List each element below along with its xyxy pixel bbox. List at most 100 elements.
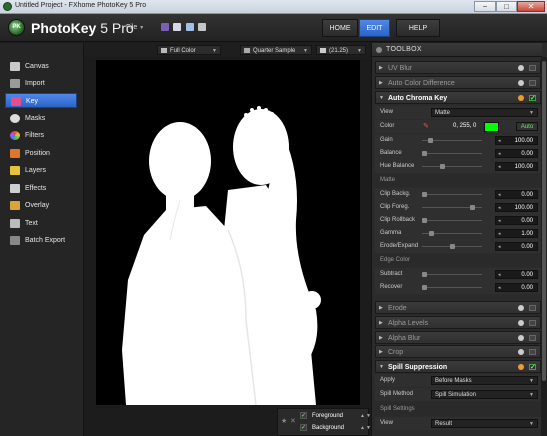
print-icon[interactable] [198, 23, 206, 31]
zoom-select[interactable]: (21.25) ▼ [316, 45, 366, 55]
close-button[interactable]: ✕ [517, 1, 545, 12]
gamma-field[interactable]: ◂ 1.00 [495, 229, 538, 238]
sidebar-item-import[interactable]: Import [5, 76, 77, 91]
slider-knob[interactable] [422, 272, 427, 277]
slider-knob[interactable] [429, 231, 434, 236]
recover-slider[interactable] [422, 285, 482, 290]
stepper-icon[interactable]: ◂ [498, 243, 501, 252]
settings-icon[interactable] [518, 95, 524, 101]
scrollbar-thumb[interactable] [542, 61, 546, 381]
star-icon[interactable]: ★ [281, 418, 289, 426]
hue-balance-field[interactable]: ◂ 100.00 [495, 162, 538, 171]
image-canvas[interactable] [96, 60, 360, 405]
move-up-icon[interactable]: ▲ [360, 410, 365, 422]
enable-checkbox[interactable] [529, 335, 536, 341]
balance-field[interactable]: ◂ 0.00 [495, 149, 538, 158]
effect-alpha-blur[interactable]: ▶ Alpha Blur [375, 331, 541, 344]
settings-icon[interactable] [518, 305, 524, 311]
color-swatch[interactable] [484, 122, 499, 132]
enable-checkbox[interactable] [529, 361, 536, 374]
subtract-slider[interactable] [422, 272, 482, 277]
auto-button[interactable]: Auto [516, 122, 538, 131]
layer-visible-checkbox[interactable]: ✓ [300, 424, 307, 431]
sidebar-item-canvas[interactable]: Canvas [5, 59, 77, 74]
new-icon[interactable] [173, 23, 181, 31]
settings-icon[interactable] [518, 320, 524, 326]
sidebar-item-key[interactable]: Key [5, 93, 77, 108]
sidebar-item-position[interactable]: Position [5, 146, 77, 161]
effect-uv-blur[interactable]: ▶ UV Blur [375, 61, 541, 74]
balance-slider[interactable] [422, 151, 482, 156]
slider-knob[interactable] [440, 164, 445, 169]
view-select[interactable]: Matte ▼ [431, 108, 538, 117]
palette-icon[interactable] [161, 23, 169, 31]
stepper-icon[interactable]: ◂ [498, 137, 501, 146]
toolbox-scrollbar[interactable] [541, 57, 547, 436]
sidebar-item-overlay[interactable]: Overlay [5, 198, 77, 213]
clip-foreg-slider[interactable] [422, 205, 482, 210]
clip-foreg-field[interactable]: ◂ 100.00 [495, 203, 538, 212]
stepper-icon[interactable]: ◂ [498, 191, 501, 200]
clip-rollback-field[interactable]: ◂ 0.00 [495, 216, 538, 225]
slider-knob[interactable] [450, 244, 455, 249]
save-icon[interactable] [186, 23, 194, 31]
effect-alpha-levels[interactable]: ▶ Alpha Levels [375, 316, 541, 329]
nav-edit[interactable]: EDIT [359, 19, 390, 37]
display-mode-select[interactable]: Full Color ▼ [157, 45, 221, 55]
slider-knob[interactable] [428, 138, 433, 143]
effect-erode[interactable]: ▶ Erode [375, 301, 541, 314]
gain-slider[interactable] [422, 138, 482, 143]
quality-select[interactable]: Quarter Sample ▼ [240, 45, 312, 55]
nav-home[interactable]: HOME [322, 19, 358, 37]
slider-knob[interactable] [422, 151, 427, 156]
file-menu[interactable]: File ▼ [126, 22, 154, 34]
stepper-icon[interactable]: ◂ [498, 163, 501, 172]
slider-knob[interactable] [422, 285, 427, 290]
sidebar-item-masks[interactable]: Masks [5, 111, 77, 126]
layer-visible-checkbox[interactable]: ✓ [300, 412, 307, 419]
recover-field[interactable]: ◂ 0.00 [495, 283, 538, 292]
stepper-icon[interactable]: ◂ [498, 230, 501, 239]
stepper-icon[interactable]: ◂ [498, 204, 501, 213]
clip-backg-slider[interactable] [422, 192, 482, 197]
sidebar-item-filters[interactable]: Filters [5, 128, 77, 143]
nav-help[interactable]: HELP [396, 19, 440, 37]
erode-expand-field[interactable]: ◂ 0.00 [495, 242, 538, 251]
settings-icon[interactable] [518, 349, 524, 355]
eyedropper-icon[interactable]: ✎ [423, 123, 430, 130]
enable-checkbox[interactable] [529, 92, 536, 105]
minimize-button[interactable]: − [474, 1, 496, 12]
apply-select[interactable]: Before Masks ▼ [431, 376, 538, 385]
effect-auto-color-difference[interactable]: ▶ Auto Color Difference [375, 76, 541, 89]
layer-row-foreground[interactable]: ✓ Foreground ▲ ▼ [300, 410, 371, 422]
slider-knob[interactable] [470, 205, 475, 210]
settings-icon[interactable] [518, 335, 524, 341]
stepper-icon[interactable]: ◂ [498, 217, 501, 226]
settings-icon[interactable] [518, 80, 524, 86]
move-up-icon[interactable]: ▲ [360, 422, 365, 434]
enable-checkbox[interactable] [529, 349, 536, 355]
maximize-button[interactable]: □ [496, 1, 517, 12]
enable-checkbox[interactable] [529, 320, 536, 326]
sidebar-item-effects[interactable]: Effects [5, 181, 77, 196]
layer-row-background[interactable]: ✓ Background ▲ ▼ [300, 422, 371, 434]
effect-spill-suppression[interactable]: ▼ Spill Suppression [375, 360, 541, 374]
subtract-field[interactable]: ◂ 0.00 [495, 270, 538, 279]
settings-icon[interactable] [518, 364, 524, 370]
slider-knob[interactable] [422, 192, 427, 197]
sidebar-item-batch-export[interactable]: Batch Export [5, 233, 77, 248]
effect-auto-chroma-key[interactable]: ▼ Auto Chroma Key [375, 91, 541, 105]
stepper-icon[interactable]: ◂ [498, 271, 501, 280]
enable-checkbox[interactable] [529, 305, 536, 311]
sidebar-item-text[interactable]: Text [5, 216, 77, 231]
gamma-slider[interactable] [422, 231, 482, 236]
clip-rollback-slider[interactable] [422, 218, 482, 223]
enable-checkbox[interactable] [529, 80, 536, 86]
hue-balance-slider[interactable] [422, 164, 482, 169]
effect-crop[interactable]: ▶ Crop [375, 345, 541, 358]
erode-expand-slider[interactable] [422, 244, 482, 249]
slider-knob[interactable] [422, 218, 427, 223]
spill-method-select[interactable]: Spill Simulation ▼ [431, 390, 538, 399]
spill-view-select[interactable]: Result ▼ [431, 419, 538, 428]
stepper-icon[interactable]: ◂ [498, 284, 501, 293]
